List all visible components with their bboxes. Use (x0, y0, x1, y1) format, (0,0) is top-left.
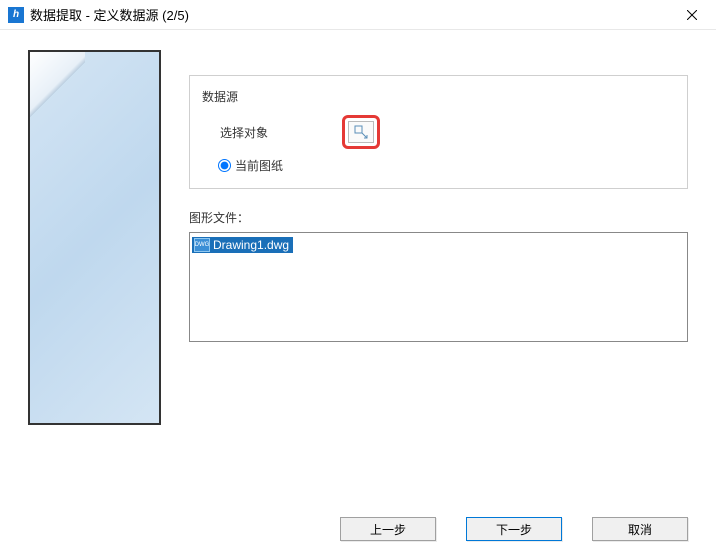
file-name: Drawing1.dwg (213, 238, 289, 252)
next-button[interactable]: 下一步 (466, 517, 562, 541)
page-curl-icon (30, 52, 85, 127)
current-drawing-row: 当前图纸 (202, 157, 675, 174)
data-source-group-title: 数据源 (202, 88, 675, 105)
drawing-files-label: 图形文件： (189, 209, 688, 226)
list-item[interactable]: DWG Drawing1.dwg (192, 237, 293, 253)
cancel-button[interactable]: 取消 (592, 517, 688, 541)
preview-pane (28, 50, 161, 425)
close-button[interactable] (676, 0, 708, 30)
close-icon (687, 10, 697, 20)
footer-buttons: 上一步 下一步 取消 (340, 517, 688, 541)
prev-button[interactable]: 上一步 (340, 517, 436, 541)
right-pane: 数据源 选择对象 当前图纸 图形文件： (189, 50, 688, 425)
dwg-file-icon: DWG (194, 238, 210, 252)
select-objects-label: 选择对象 (202, 124, 342, 141)
window-title: 数据提取 - 定义数据源 (2/5) (30, 5, 676, 24)
content-area: 数据源 选择对象 当前图纸 图形文件： (0, 30, 716, 425)
data-source-group: 数据源 选择对象 当前图纸 (189, 75, 688, 189)
select-objects-row: 选择对象 (202, 115, 675, 149)
current-drawing-radio[interactable] (218, 159, 231, 172)
app-icon: h (8, 7, 24, 23)
drawing-files-list[interactable]: DWG Drawing1.dwg (189, 232, 688, 342)
select-button-highlight (342, 115, 380, 149)
select-objects-icon (354, 125, 368, 139)
title-bar: h 数据提取 - 定义数据源 (2/5) (0, 0, 716, 30)
current-drawing-label[interactable]: 当前图纸 (235, 157, 283, 174)
select-objects-button[interactable] (348, 121, 374, 143)
